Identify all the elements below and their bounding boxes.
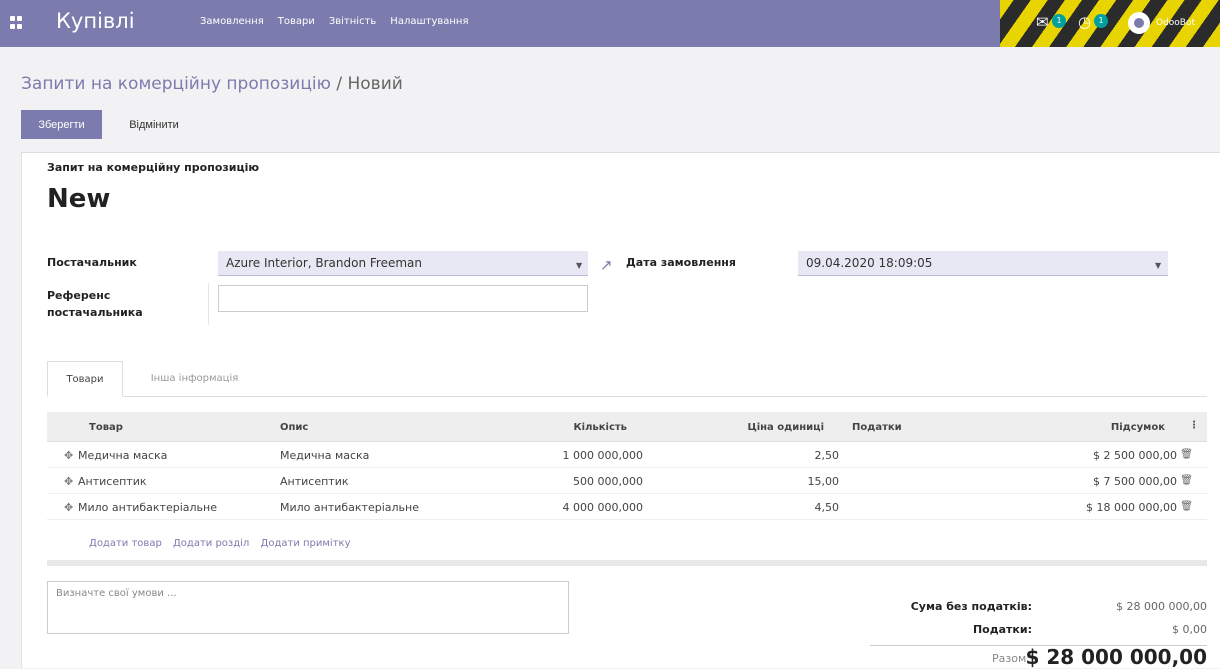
column-unit-price[interactable]: Ціна одиниці [747, 422, 824, 433]
row-product[interactable]: Мило антибактеріальне [78, 501, 217, 514]
caret-down-icon[interactable]: ▼ [576, 261, 582, 270]
row-description[interactable]: Антисептик [280, 475, 348, 488]
menu-settings[interactable]: Налаштування [390, 16, 468, 27]
drag-handle-icon[interactable]: ✥ [64, 449, 73, 462]
terms-notes-field[interactable]: Визначте свої умови ... [47, 581, 569, 634]
table-row[interactable]: ✥ Медична маска Медична маска 1 000 000,… [47, 442, 1207, 468]
untaxed-label: Сума без податків: [910, 600, 1032, 613]
row-description[interactable]: Медична маска [280, 449, 369, 462]
order-lines-table: Товар Опис Кількість Ціна одиниці Податк… [47, 412, 1207, 520]
row-unit-price[interactable]: 4,50 [815, 501, 840, 514]
vendor-label: Постачальник [47, 256, 137, 269]
app-name[interactable]: Купівлі [56, 9, 135, 33]
row-product[interactable]: Антисептик [78, 475, 146, 488]
column-product[interactable]: Товар [89, 422, 123, 433]
trash-icon[interactable]: 🗑 [1180, 475, 1193, 486]
row-quantity[interactable]: 4 000 000,000 [563, 501, 643, 514]
user-name[interactable]: OdooBot [1156, 18, 1195, 28]
main-navbar: Купівлі Замовлення Товари Звітність Нала… [0, 0, 1220, 47]
menu-orders[interactable]: Замовлення [200, 16, 264, 27]
total-value: $ 28 000 000,00 [1025, 645, 1207, 669]
order-date-field[interactable]: 09.04.2020 18:09:05 [798, 251, 1168, 276]
taxes-value: $ 0,00 [1172, 623, 1207, 636]
menu-products[interactable]: Товари [278, 16, 315, 27]
drag-handle-icon[interactable]: ✥ [64, 475, 73, 488]
table-header: Товар Опис Кількість Ціна одиниці Податк… [47, 412, 1207, 442]
row-product[interactable]: Медична маска [78, 449, 167, 462]
row-unit-price[interactable]: 15,00 [808, 475, 840, 488]
breadcrumb-separator: / [336, 74, 343, 94]
column-subtotal[interactable]: Підсумок [1111, 422, 1165, 433]
breadcrumb-current: Новий [347, 74, 403, 94]
untaxed-value: $ 28 000 000,00 [1116, 600, 1207, 613]
order-date-label: Дата замовлення [626, 256, 736, 269]
row-subtotal: $ 2 500 000,00 [1093, 449, 1177, 462]
document-type-label: Запит на комерційну пропозицію [47, 161, 260, 174]
clock-icon[interactable]: ◷ [1078, 13, 1091, 31]
row-unit-price[interactable]: 2,50 [815, 449, 840, 462]
column-taxes[interactable]: Податки [852, 422, 902, 433]
menu-reporting[interactable]: Звітність [329, 16, 376, 27]
trash-icon[interactable]: 🗑 [1180, 501, 1193, 512]
discard-button[interactable]: Відмінити [110, 110, 198, 139]
chat-count-badge: 1 [1052, 14, 1066, 28]
field-divider [208, 283, 209, 325]
row-quantity[interactable]: 1 000 000,000 [563, 449, 643, 462]
breadcrumb: Запити на комерційну пропозицію / Новий [21, 74, 403, 94]
tab-products[interactable]: Товари [47, 361, 123, 397]
avatar[interactable] [1128, 12, 1150, 34]
drag-handle-icon[interactable]: ✥ [64, 501, 73, 514]
trash-icon[interactable]: 🗑 [1180, 449, 1193, 460]
caret-down-icon[interactable]: ▼ [1155, 261, 1161, 270]
top-menu: Замовлення Товари Звітність Налаштування [200, 16, 482, 27]
document-name: New [47, 184, 111, 214]
external-link-icon[interactable]: ↗ [600, 256, 613, 274]
chat-icon[interactable]: ✉ [1036, 13, 1049, 31]
table-row[interactable]: ✥ Антисептик Антисептик 500 000,000 15,0… [47, 468, 1207, 494]
column-quantity[interactable]: Кількість [573, 422, 627, 433]
save-button[interactable]: Зберегти [21, 110, 102, 139]
row-description[interactable]: Мило антибактеріальне [280, 501, 419, 514]
add-section-link[interactable]: Додати розділ [173, 538, 249, 549]
kebab-icon[interactable]: ⋮ [1189, 420, 1199, 431]
taxes-label: Податки: [972, 623, 1032, 636]
add-product-link[interactable]: Додати товар [89, 538, 162, 549]
row-subtotal: $ 18 000 000,00 [1086, 501, 1177, 514]
add-note-link[interactable]: Додати примітку [261, 538, 351, 549]
vendor-field[interactable]: Azure Interior, Brandon Freeman [218, 251, 588, 276]
breadcrumb-parent[interactable]: Запити на комерційну пропозицію [21, 74, 331, 94]
vendor-reference-input[interactable] [218, 285, 588, 312]
table-row[interactable]: ✥ Мило антибактеріальне Мило антибактері… [47, 494, 1207, 520]
row-quantity[interactable]: 500 000,000 [573, 475, 643, 488]
tab-other-info[interactable]: Інша інформація [127, 361, 262, 397]
apps-grid-icon[interactable] [10, 16, 24, 30]
table-footer-bar [47, 560, 1207, 566]
activity-count-badge: 1 [1094, 14, 1108, 28]
add-line-links: Додати товар Додати розділ Додати приміт… [89, 538, 358, 549]
total-label: Разом: [992, 652, 1030, 665]
column-description[interactable]: Опис [280, 422, 308, 433]
vendor-ref-label-line1: Референс [47, 289, 111, 302]
vendor-ref-label-line2: постачальника [47, 306, 143, 319]
row-subtotal: $ 7 500 000,00 [1093, 475, 1177, 488]
